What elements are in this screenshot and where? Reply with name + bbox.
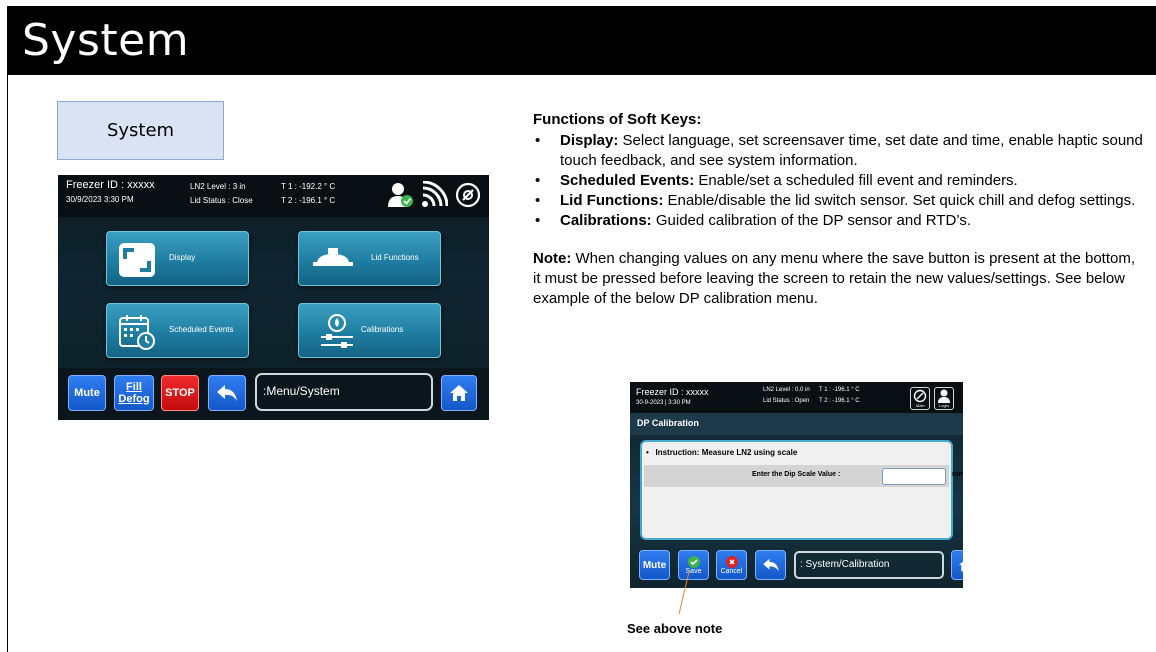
callout-text: See above note bbox=[627, 621, 723, 636]
callout-line bbox=[678, 571, 690, 615]
